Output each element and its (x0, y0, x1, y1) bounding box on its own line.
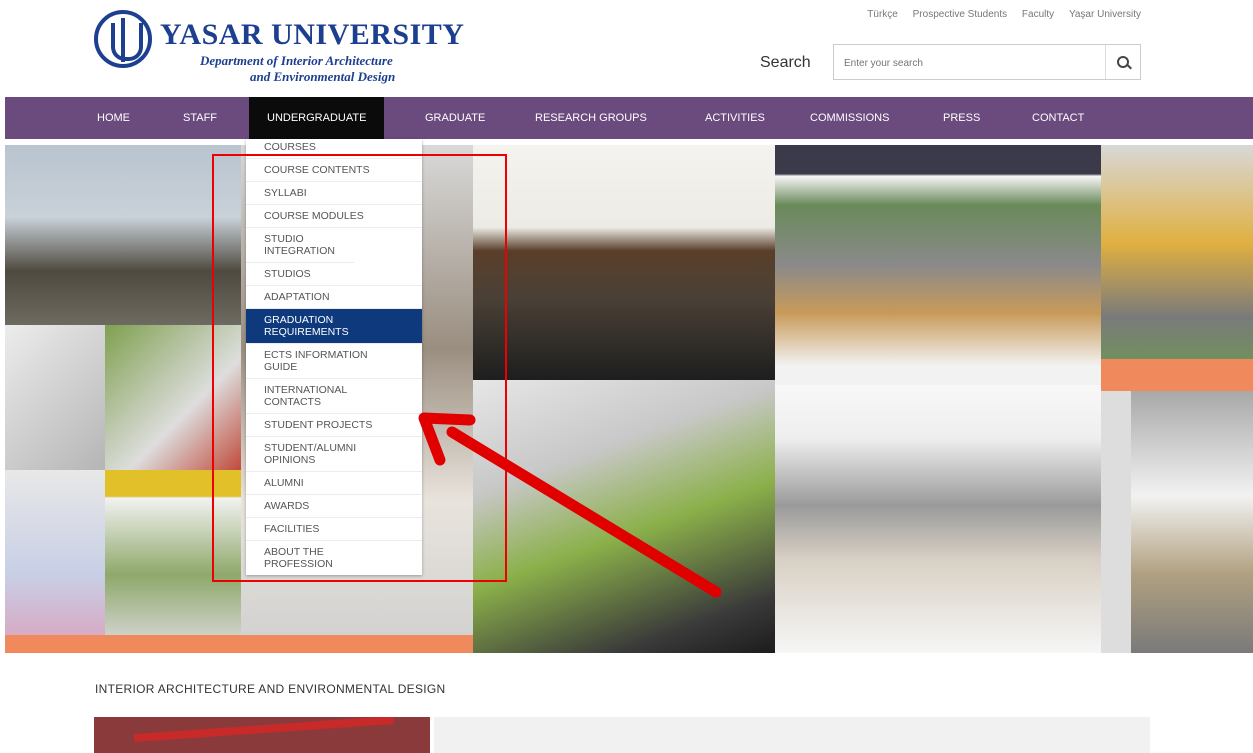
nav-graduate[interactable]: GRADUATE (425, 97, 485, 139)
top-link-university[interactable]: Yaşar University (1069, 9, 1141, 20)
building-photo (5, 145, 241, 325)
search-label: Search (760, 54, 811, 71)
section-title: INTERIOR ARCHITECTURE AND ENVIRONMENTAL … (95, 682, 446, 696)
nav-staff[interactable]: STAFF (183, 97, 217, 139)
search-icon (1117, 56, 1129, 68)
logo-name: YASAR UNIVERSITY (160, 18, 465, 51)
orange-strip (5, 635, 245, 653)
university-logo[interactable]: YASAR UNIVERSITY Department of Interior … (94, 10, 464, 90)
top-link-turkce[interactable]: Türkçe (867, 9, 898, 20)
nav-research-groups[interactable]: RESEARCH GROUPS (535, 97, 647, 139)
render-thumbnail (5, 325, 105, 470)
section-content-area (434, 717, 1150, 753)
pavilion-render (473, 145, 775, 380)
search-box (833, 44, 1141, 80)
floor-plan-render (775, 145, 1101, 385)
interior-model-render (473, 380, 775, 653)
hero-collage (5, 145, 1253, 653)
search-input[interactable] (842, 47, 1096, 79)
top-link-prospective-students[interactable]: Prospective Students (913, 9, 1008, 20)
floor-plan-drawing (775, 385, 1101, 653)
section-image (94, 717, 430, 753)
render-thumbnail (5, 470, 105, 645)
nav-contact[interactable]: CONTACT (1032, 97, 1084, 139)
orange-strip (1101, 359, 1253, 391)
nav-activities[interactable]: ACTIVITIES (705, 97, 765, 139)
search-button[interactable] (1105, 45, 1140, 79)
orange-strip (241, 635, 473, 653)
render-thumbnail (1131, 391, 1253, 653)
render-thumbnail (1101, 145, 1253, 391)
nav-home[interactable]: HOME (97, 97, 130, 139)
annotation-highlight-box (212, 154, 507, 582)
nav-undergraduate[interactable]: UNDERGRADUATE (249, 97, 385, 139)
main-nav: HOME STAFF UNDERGRADUATE GRADUATE RESEAR… (5, 97, 1253, 139)
nav-press[interactable]: PRESS (943, 97, 980, 139)
logo-department-line1: Department of Interior Architecture (200, 53, 393, 68)
top-link-faculty[interactable]: Faculty (1022, 9, 1054, 20)
nav-commissions[interactable]: COMMISSIONS (810, 97, 889, 139)
logo-department-line2: and Environmental Design (250, 69, 396, 84)
university-logo-icon (94, 10, 152, 68)
top-links: Türkçe Prospective Students Faculty Yaşa… (855, 9, 1141, 20)
